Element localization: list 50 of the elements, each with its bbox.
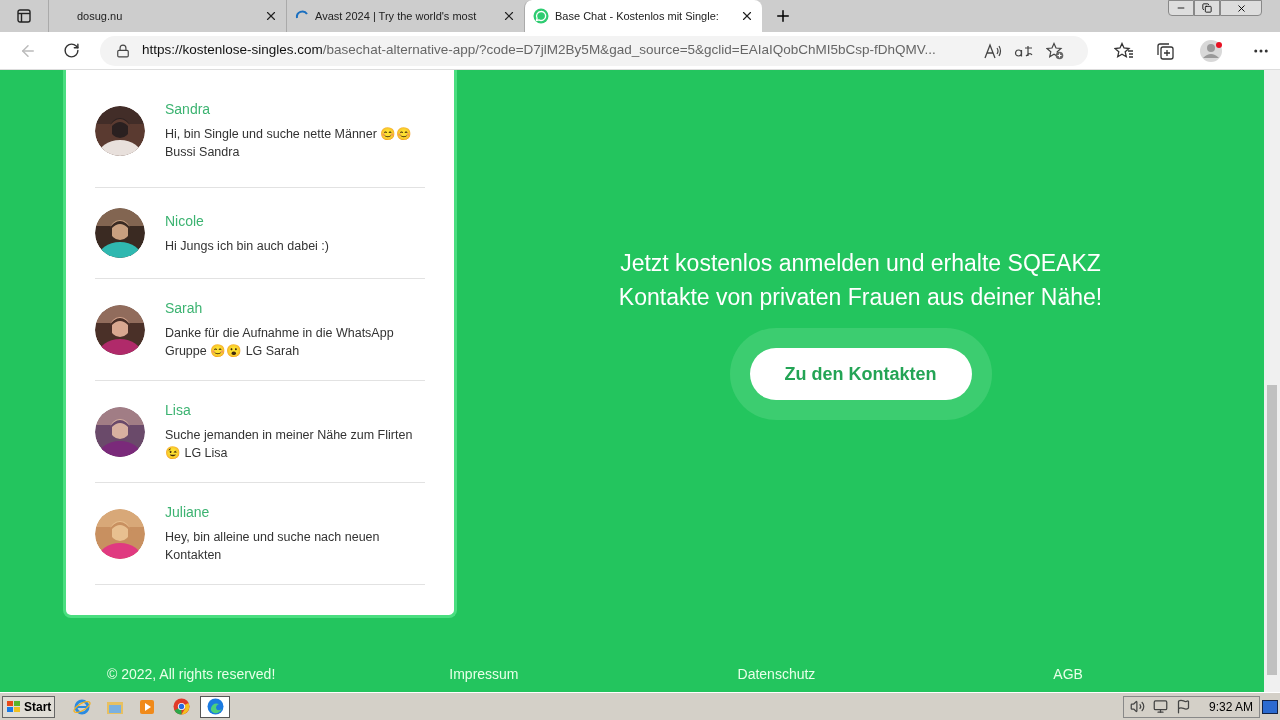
restore-icon <box>1202 3 1212 13</box>
contact-name[interactable]: Sarah <box>165 299 421 317</box>
clock[interactable]: 9:32 AM <box>1208 697 1253 716</box>
contact-name[interactable]: Nicole <box>165 211 329 230</box>
lock-icon <box>116 43 130 58</box>
tab-title: Base Chat - Kostenlos mit Single: <box>555 8 720 24</box>
show-desktop-button[interactable] <box>1262 699 1278 714</box>
restore-button[interactable] <box>1194 0 1220 16</box>
favorites-icon[interactable] <box>1114 41 1134 60</box>
close-icon[interactable] <box>264 9 278 23</box>
translate-icon[interactable] <box>1014 43 1034 58</box>
speaker-icon[interactable] <box>1129 699 1145 714</box>
collections-icon[interactable] <box>1156 41 1174 60</box>
tab-actions-icon[interactable] <box>17 9 31 23</box>
close-icon[interactable] <box>502 9 516 23</box>
tab-title: dosug.nu <box>77 8 124 24</box>
read-aloud-icon[interactable] <box>984 42 1002 59</box>
edge-taskbar-button[interactable] <box>200 695 231 718</box>
headline: Jetzt kostenlos anmelden und erhalte SQEAKZ Kontakte von privaten Frauen aus deiner Nähe! <box>617 249 1104 312</box>
footer-link[interactable]: Impressum <box>449 664 519 685</box>
flag-icon[interactable] <box>1175 699 1191 714</box>
chat-message: Hi, bin Single und suche nette Männer 😊😊 Bussi Sandra <box>165 126 414 161</box>
browser-tab[interactable]: Base Chat - Kostenlos mit Single: <box>524 0 762 32</box>
chat-message: Hey, bin alleine und suche nach neuen Kontakten <box>165 529 381 564</box>
address-bar[interactable]: https://kostenlose-singles.com/basechat-alternative-app/?code=D7jlM2By5M&gad_source=5&gclid=EAIaIQobChMI5bCsp-fDhQMV... <box>100 35 1088 66</box>
edge-icon <box>206 698 224 715</box>
tab-title: Avast 2024 | Try the world's most <box>315 8 478 24</box>
url-text: https://kostenlose-singles.com/basechat-alternative-app/?code=D7jlM2By5M&gad_source=5&gclid=EAIaIQobChMI5bCsp-fDhQMV... <box>142 41 937 60</box>
chat-message: Hi Jungs ich bin auch dabei :) <box>165 237 329 255</box>
profile-icon[interactable] <box>1200 38 1224 63</box>
reload-icon[interactable] <box>63 42 80 59</box>
chat-message: Suche jemanden in meiner Nähe zum Flirten 😉 LG Lisa <box>165 427 414 462</box>
footer-link[interactable]: Datenschutz <box>737 664 816 685</box>
network-icon[interactable] <box>1152 699 1168 714</box>
chat-bubble-icon <box>533 8 549 24</box>
contact-name[interactable]: Sandra <box>165 100 421 118</box>
close-icon[interactable] <box>740 9 754 23</box>
chrome-icon[interactable] <box>173 698 191 715</box>
scrollbar-thumb[interactable] <box>1267 385 1277 675</box>
contacts-button[interactable]: Zu den Kontakten <box>749 348 972 400</box>
copyright-text: © 2022, All rights reserved! <box>107 665 276 684</box>
new-tab-icon[interactable] <box>774 7 792 25</box>
start-button[interactable]: Start <box>2 695 56 718</box>
windows-logo-icon <box>6 699 22 714</box>
contact-name[interactable]: Juliane <box>165 503 421 521</box>
add-favorite-icon[interactable] <box>1046 41 1064 60</box>
contact-name[interactable]: Lisa <box>165 401 421 419</box>
chat-message: Danke für die Aufnahme in die WhatsApp Gruppe 😊😮 LG Sarah <box>165 325 395 360</box>
footer-link[interactable]: AGB <box>1053 664 1083 685</box>
close-icon <box>1235 2 1247 14</box>
